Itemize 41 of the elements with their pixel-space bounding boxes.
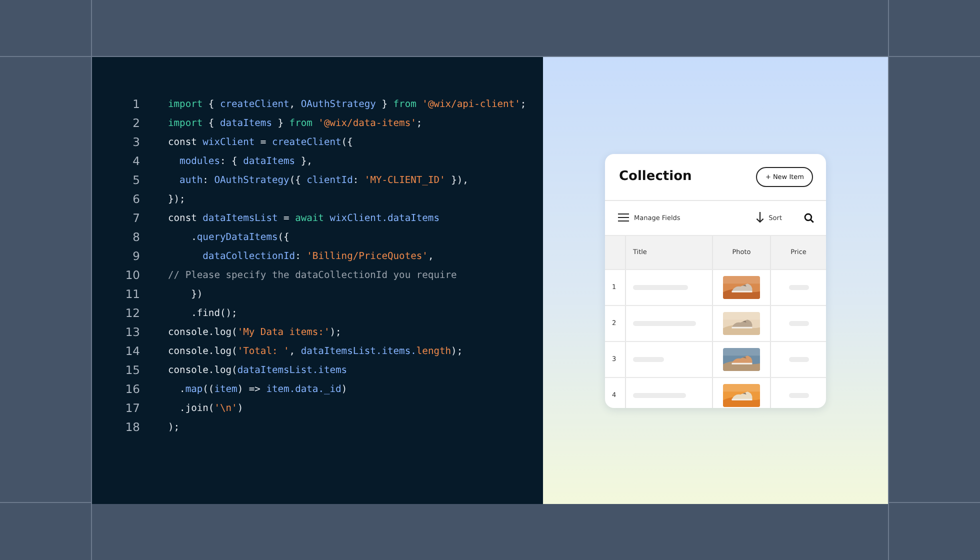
code-line: dataCollectionId: 'Billing/PriceQuotes', xyxy=(202,250,434,262)
line-number: 7 xyxy=(132,211,140,225)
line-number: 9 xyxy=(132,249,140,263)
line-number: 13 xyxy=(124,325,140,339)
line-number: 18 xyxy=(124,420,140,434)
code-line: console.log(dataItemsList.items xyxy=(168,364,348,376)
collection-title: Collection xyxy=(619,169,692,184)
code-line: console.log('Total: ', dataItemsList.items.length); xyxy=(168,346,463,356)
code-line: modules: { dataItems }, xyxy=(178,156,312,166)
code-line: .join('\n') xyxy=(178,402,244,414)
code-line: ); xyxy=(168,422,180,432)
line-number: 16 xyxy=(124,382,140,396)
line-number: 12 xyxy=(124,306,140,320)
line-number: 3 xyxy=(132,135,140,149)
code-line: import { createClient, OAuthStrategy } from '@wix/api-client'; xyxy=(168,98,526,110)
line-number: 2 xyxy=(132,116,140,130)
search-icon xyxy=(804,212,814,222)
arrow-down-icon xyxy=(756,212,764,223)
line-number: 6 xyxy=(132,192,140,206)
code-line: .find(); xyxy=(190,308,238,318)
code-line: const dataItemsList = await wixClient.dataItems xyxy=(168,212,440,224)
line-number: 11 xyxy=(124,287,140,301)
line-number: 5 xyxy=(132,173,140,187)
line-number: 15 xyxy=(124,363,140,377)
code-line: const wixClient = createClient({ xyxy=(168,136,353,148)
line-number: 10 xyxy=(124,268,140,282)
line-number: 8 xyxy=(132,230,140,244)
code-line: console.log('My Data items:'); xyxy=(168,326,342,338)
code-line: .queryDataItems({ xyxy=(190,232,290,242)
code-line: }) xyxy=(190,288,203,300)
line-number: 4 xyxy=(132,154,140,168)
code-line: // Please specify the dataCollectionId you require xyxy=(168,270,457,280)
code-line: .map((item) => item.data._id) xyxy=(178,384,348,394)
code-line: import { dataItems } from '@wix/data-items'; xyxy=(168,118,422,128)
line-number: 1 xyxy=(132,97,140,111)
code-line: auth: OAuthStrategy({ clientId: 'MY-CLIENT_ID' }), xyxy=(178,174,468,186)
menu-icon xyxy=(618,213,629,222)
line-number: 17 xyxy=(124,401,140,415)
line-number: 14 xyxy=(124,344,140,358)
code-line: }); xyxy=(168,194,186,204)
search-button[interactable] xyxy=(804,212,814,222)
